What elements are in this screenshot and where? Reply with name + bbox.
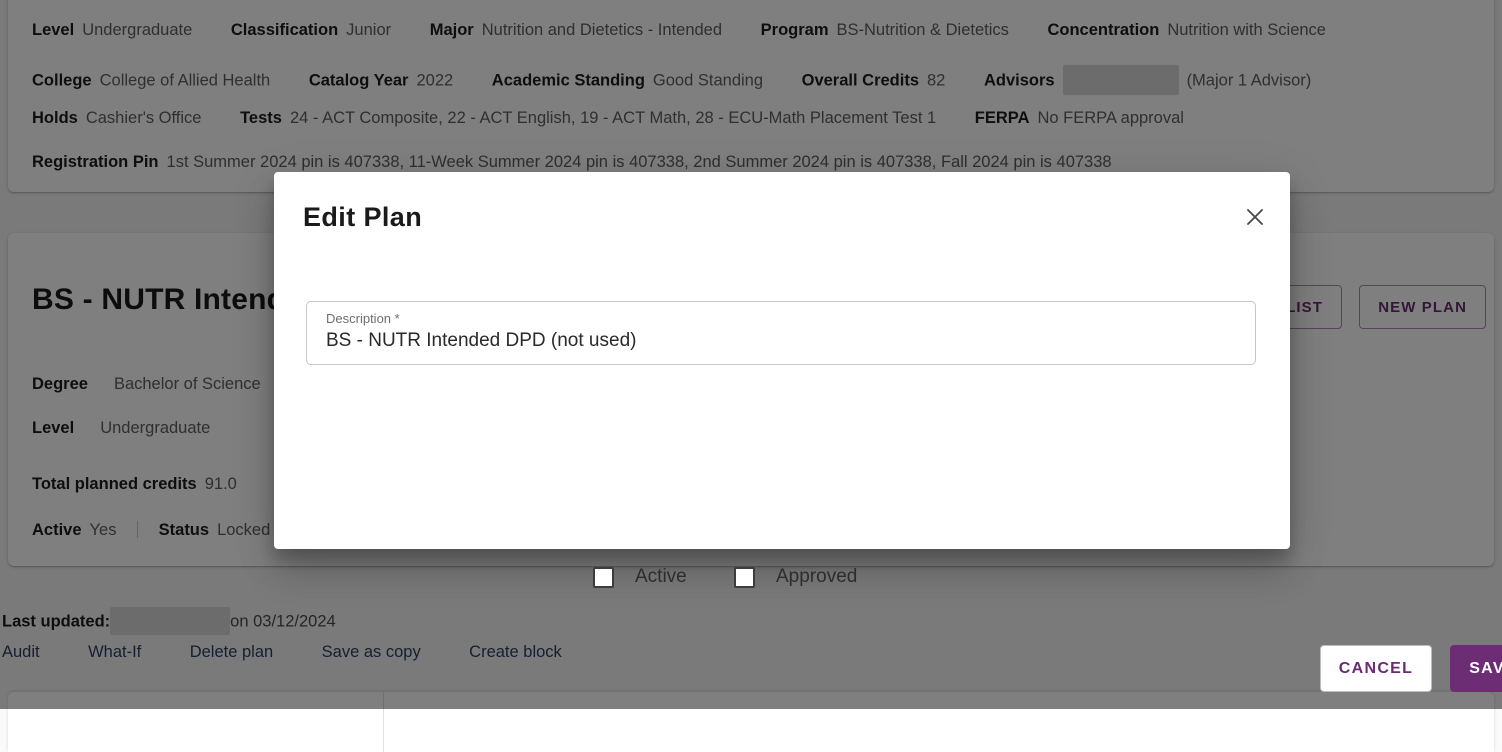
cancel-button[interactable]: CANCEL (1320, 645, 1432, 692)
dialog-title: Edit Plan (303, 202, 423, 232)
checkbox-box[interactable] (593, 566, 614, 588)
description-field[interactable]: Description * (306, 301, 1256, 365)
active-checkbox-label: Active (635, 566, 687, 587)
description-label: Description * (326, 311, 400, 326)
close-icon[interactable] (1238, 200, 1272, 234)
save-button[interactable]: SAVE (1450, 645, 1502, 692)
description-input[interactable] (326, 330, 1234, 352)
approved-checkbox[interactable]: Approved (734, 566, 857, 588)
checkbox-box[interactable] (734, 566, 755, 588)
approved-checkbox-label: Approved (776, 566, 858, 587)
active-checkbox[interactable]: Active (593, 566, 687, 588)
edit-plan-dialog: Edit Plan Description * Active Approved … (274, 172, 1502, 692)
